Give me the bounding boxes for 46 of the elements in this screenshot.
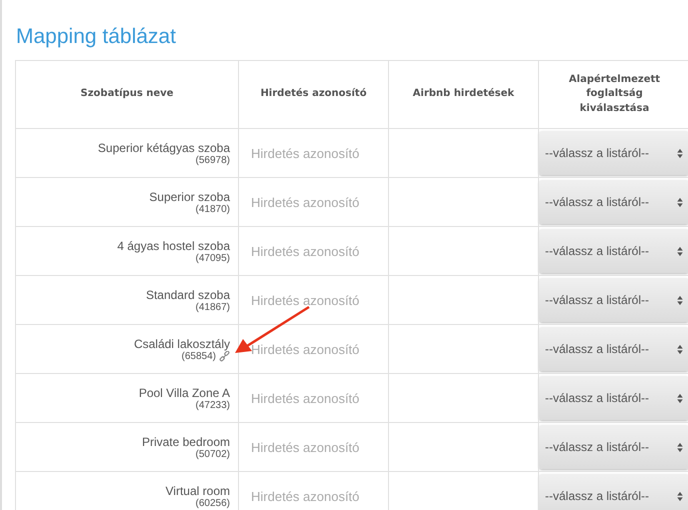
room-name: Standard szoba	[144, 288, 230, 302]
page-title: Mapping táblázat	[15, 24, 177, 50]
occupancy-select[interactable]: --válassz a listáról--	[539, 474, 688, 510]
occupancy-select[interactable]: --válassz a listáról--	[539, 229, 688, 273]
listing-id-field[interactable]: Hirdetés azonosító	[239, 423, 388, 471]
room-name: Private bedroom	[140, 434, 230, 448]
occupancy-select[interactable]: --válassz a listáról--	[539, 278, 688, 322]
occupancy-select[interactable]: --válassz a listáról--	[539, 376, 688, 420]
listing-id-field[interactable]: Hirdetés azonosító	[239, 374, 388, 422]
column-header: Hirdetés azonosító	[238, 60, 388, 128]
sort-caret-icon	[677, 148, 683, 158]
room-id: (41870)	[196, 204, 230, 214]
room-id: (56978)	[196, 154, 230, 166]
listing-id-field[interactable]: Hirdetés azonosító	[239, 472, 388, 510]
room-name: Superior kétágyas szoba	[96, 140, 230, 154]
occupancy-select[interactable]: --válassz a listáról--	[539, 327, 688, 371]
room-name: 4 ágyas hostel szoba	[116, 238, 230, 252]
listing-id-field[interactable]: Hirdetés azonosító	[239, 325, 388, 373]
room-id: (65854)	[182, 350, 216, 362]
occupancy-select[interactable]: --válassz a listáról--	[539, 180, 688, 224]
room-id: (41867)	[196, 302, 230, 312]
column-header: Alapértelmezett foglaltság kiválasztása	[538, 60, 688, 128]
room-name: Virtual room	[164, 484, 230, 498]
sort-caret-icon	[677, 344, 683, 354]
sort-caret-icon	[677, 246, 683, 256]
sort-caret-icon	[677, 294, 683, 306]
room-name: Családi lakosztály	[132, 336, 230, 350]
link-icon[interactable]	[219, 350, 230, 362]
room-name: Superior szoba	[148, 190, 230, 204]
listing-id-field[interactable]: Hirdetés azonosító	[239, 227, 388, 275]
sort-caret-icon	[677, 196, 683, 208]
room-id: (60256)	[196, 498, 230, 508]
listing-id-field[interactable]: Hirdetés azonosító	[239, 178, 388, 226]
room-name: Pool Villa Zone A	[138, 386, 230, 400]
room-id: (47095)	[196, 252, 230, 264]
room-id: (47233)	[196, 400, 230, 410]
sort-caret-icon	[677, 392, 683, 404]
column-header: Szobatípus neve	[16, 60, 238, 128]
sort-caret-icon	[677, 490, 683, 502]
listing-id-field[interactable]: Hirdetés azonosító	[239, 276, 388, 324]
occupancy-select[interactable]: --válassz a listáról--	[539, 131, 688, 175]
room-id: (50702)	[196, 448, 230, 460]
occupancy-select[interactable]: --válassz a listáról--	[539, 425, 688, 469]
column-header: Airbnb hirdetések	[388, 60, 538, 128]
sort-caret-icon	[677, 442, 683, 452]
listing-id-field[interactable]: Hirdetés azonosító	[239, 129, 388, 177]
